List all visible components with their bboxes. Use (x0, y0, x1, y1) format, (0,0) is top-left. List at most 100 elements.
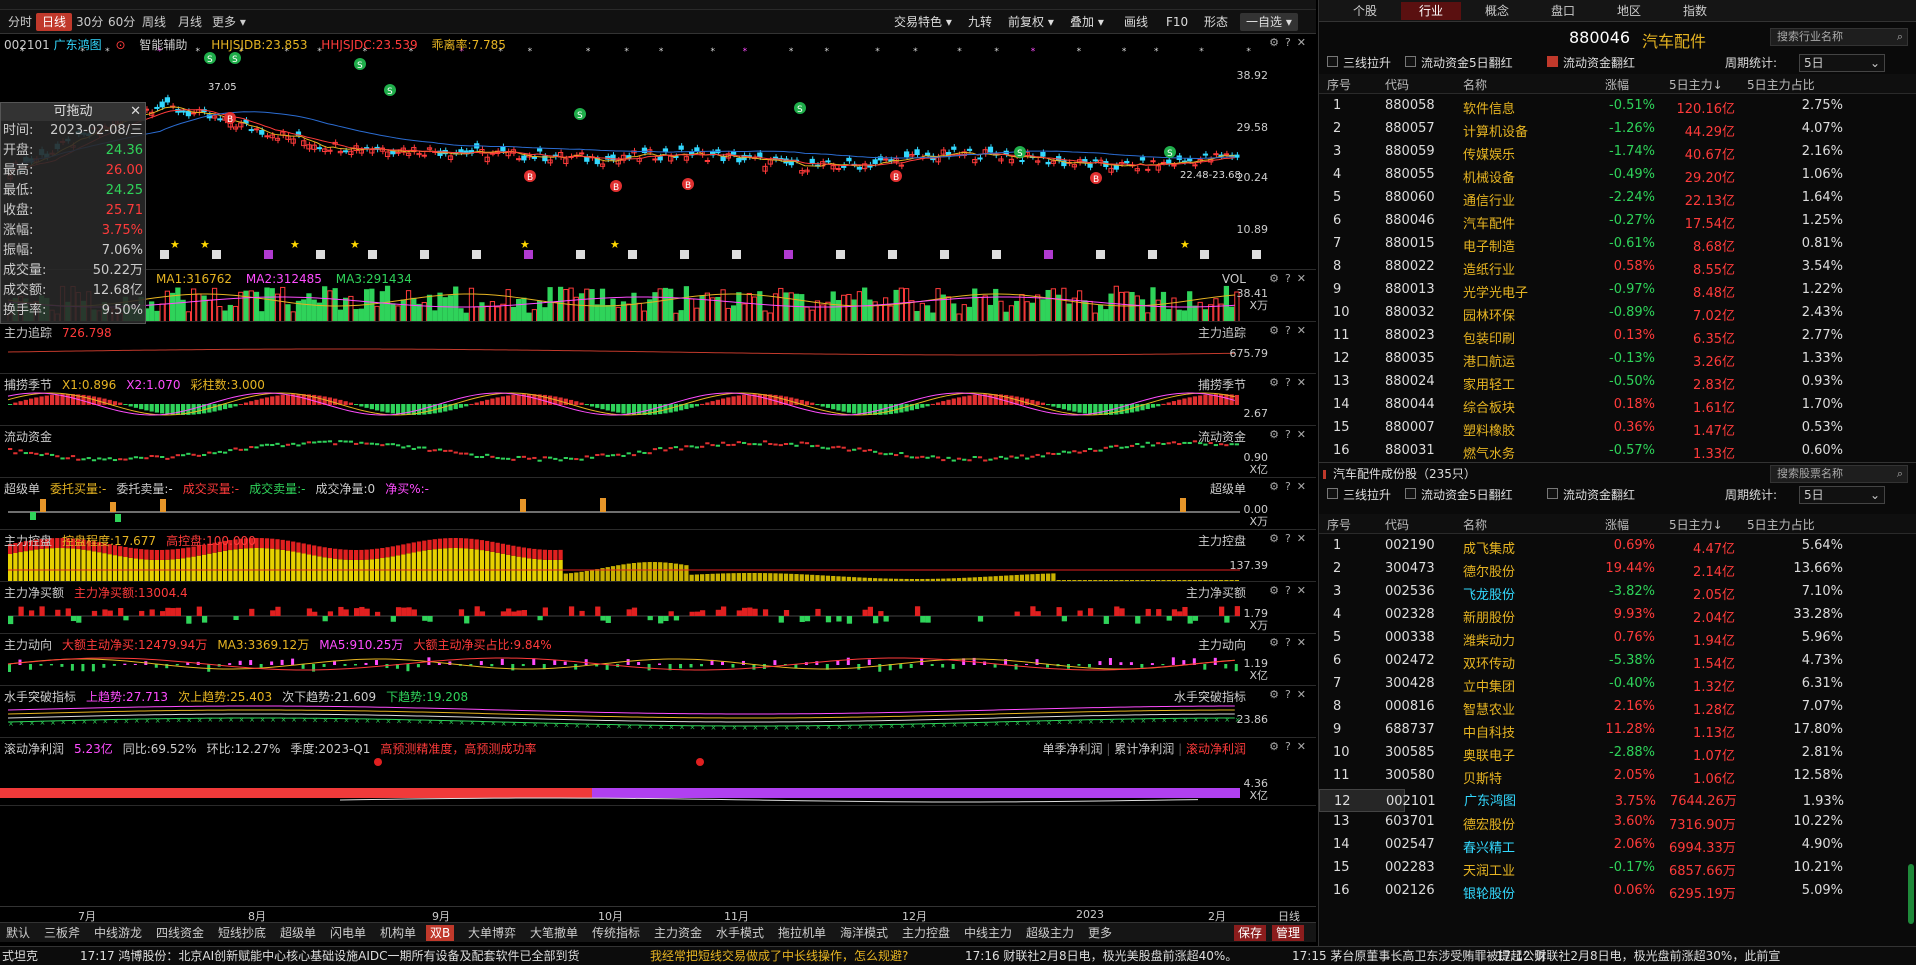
option-quarterly[interactable]: 单季净利润 (1043, 742, 1103, 756)
table-row[interactable]: 12 002101 广东鸿图 3.75% 7644.26万 1.93% (1319, 789, 1844, 812)
period-select[interactable]: 5日 ⌄ (1799, 54, 1885, 72)
indicator-tab[interactable]: 机构单 (376, 925, 420, 941)
tab-weekly[interactable]: 周线 (136, 13, 172, 31)
col-header[interactable]: 代码 (1385, 516, 1409, 533)
tab-daily[interactable]: 日线 (36, 13, 73, 31)
assist-toggle[interactable]: ⊙ 智能辅助 (115, 38, 197, 52)
col-header[interactable]: 涨幅 (1605, 76, 1629, 93)
close-icon[interactable]: ✕ (1297, 428, 1312, 441)
table-row[interactable]: 16 002126 银轮股份 0.06% 6295.19万 5.09% (1319, 879, 1916, 902)
tooltip-header[interactable]: 可拖动 ✕ (1, 103, 145, 121)
tab-monthly[interactable]: 月线 (172, 13, 208, 31)
table-row[interactable]: 6 880046 汽车配件 -0.27% 17.54亿 1.25% (1319, 209, 1916, 232)
close-icon[interactable]: ✕ (1297, 740, 1312, 753)
indicator-tab[interactable]: 管理 (1272, 925, 1305, 941)
indicator-tab[interactable]: 更多 (1084, 925, 1116, 941)
table-row[interactable]: 13 603701 德宏股份 3.60% 7316.90万 10.22% (1319, 810, 1916, 833)
gear-icon[interactable]: ⚙ (1269, 584, 1285, 597)
fq-button[interactable]: 前复权 ▾ (1002, 13, 1060, 31)
help-icon[interactable]: ? (1285, 532, 1297, 545)
period-select[interactable]: 5日 ⌄ (1799, 486, 1885, 504)
col-header[interactable]: 名称 (1463, 76, 1487, 93)
indicator-tab[interactable]: 超级单 (276, 925, 320, 941)
table-row[interactable]: 11 300580 贝斯特 2.05% 1.06亿 12.58% (1319, 764, 1916, 787)
table-row[interactable]: 12 880035 港口航运 -0.13% 3.26亿 1.33% (1319, 347, 1916, 370)
close-icon[interactable]: ✕ (1297, 636, 1312, 649)
indicator-tab[interactable]: 大单博弈 (464, 925, 520, 941)
col-header[interactable]: 名称 (1463, 516, 1487, 533)
data-tooltip-box[interactable]: 可拖动 ✕ 时间: 2023-02-08/三 开盘: 24.36 最高: 26.00 最低: 2… (0, 102, 146, 324)
checkbox-sanxian[interactable] (1327, 488, 1338, 499)
indicator-tab[interactable]: 短线抄底 (214, 925, 270, 941)
help-icon[interactable]: ? (1285, 740, 1297, 753)
col-header[interactable]: 5日主力↓ (1669, 516, 1723, 533)
help-icon[interactable]: ? (1285, 636, 1297, 649)
gdjlr-panel[interactable]: 滚动净利润 5.23亿 同比:69.52% 环比:12.27% 季度:2023-Q1 高预… (0, 738, 1316, 806)
table-row[interactable]: 6 002472 双环传动 -5.38% 1.54亿 4.73% (1319, 649, 1916, 672)
indicator-tab[interactable]: 中线游龙 (90, 925, 146, 941)
indicator-tab[interactable]: 保存 (1234, 925, 1267, 941)
gear-icon[interactable]: ⚙ (1269, 740, 1285, 753)
f10-button[interactable]: F10 (1160, 13, 1194, 31)
indicator-tab[interactable]: 三板斧 (40, 925, 84, 941)
indicator-tab[interactable]: 四线资金 (152, 925, 208, 941)
table-row[interactable]: 14 880044 综合板块 0.18% 1.61亿 1.70% (1319, 393, 1916, 416)
indicator-tab[interactable]: 中线主力 (960, 925, 1016, 941)
zlkp-panel[interactable]: 主力控盘 控盘程度:17.677 高控盘:100.000 主力控盘 ⚙?✕ 137.… (0, 530, 1316, 582)
checkbox-ldzj[interactable] (1547, 488, 1558, 499)
kline-panel[interactable]: * * * * * * * * * * * * * * * * * * * * * * * * * * * * * * S S S S S S S S B B… (0, 34, 1316, 270)
watchlist-button[interactable]: 一自选 ▾ (1240, 13, 1298, 31)
indicator-tab[interactable]: 大笔撤单 (526, 925, 582, 941)
indicator-tab[interactable]: 超级主力 (1022, 925, 1078, 941)
table-row[interactable]: 10 300585 奥联电子 -2.88% 1.07亿 2.81% (1319, 741, 1916, 764)
help-icon[interactable]: ? (1285, 688, 1297, 701)
help-icon[interactable]: ? (1285, 428, 1297, 441)
checkbox-ldzj5[interactable] (1405, 56, 1416, 67)
indicator-tab[interactable]: 水手模式 (712, 925, 768, 941)
help-icon[interactable]: ? (1285, 480, 1297, 493)
table-row[interactable]: 16 880031 燃气水务 -0.57% 1.33亿 0.60% (1319, 439, 1916, 462)
checkbox-sanxian[interactable] (1327, 56, 1338, 67)
col-header[interactable]: 5日主力↓ (1669, 76, 1723, 93)
table-row[interactable]: 13 880024 家用轻工 -0.50% 2.83亿 0.93% (1319, 370, 1916, 393)
jiuzhuan-button[interactable]: 九转 (962, 13, 998, 31)
table-row[interactable]: 9 880013 光学光电子 -0.97% 8.48亿 1.22% (1319, 278, 1916, 301)
close-icon[interactable]: ✕ (1297, 688, 1312, 701)
close-icon[interactable]: ✕ (1297, 376, 1312, 389)
draw-line-button[interactable]: 画线 (1118, 13, 1154, 31)
ticker-item[interactable]: 17:17 鸿博股份：北京AI创新赋能中心核心基础设施AIDC一期所有设备及配套… (80, 947, 580, 965)
gear-icon[interactable]: ⚙ (1269, 480, 1285, 493)
indicator-tab[interactable]: 传统指标 (588, 925, 644, 941)
table-row[interactable]: 7 880015 电子制造 -0.61% 8.68亿 0.81% (1319, 232, 1916, 255)
table-row[interactable]: 7 300428 立中集团 -0.40% 1.32亿 6.31% (1319, 672, 1916, 695)
tab-more[interactable]: 更多 ▾ (206, 13, 252, 31)
close-icon[interactable]: ✕ (130, 103, 141, 121)
option-cumulative[interactable]: 累计净利润 (1114, 742, 1174, 756)
table-row[interactable]: 1 880058 软件信息 -0.51% 120.16亿 2.75% (1319, 94, 1916, 117)
ticker-item[interactable]: 式坦克 (2, 947, 38, 965)
gear-icon[interactable]: ⚙ (1269, 272, 1285, 285)
pattern-button[interactable]: 形态 (1198, 13, 1234, 31)
ldzj-panel[interactable]: 流动资金 流动资金 ⚙?✕ 0.90 X亿 (0, 426, 1316, 478)
sector-tab[interactable]: 行业 (1401, 2, 1461, 20)
close-icon[interactable]: ✕ (1297, 272, 1312, 285)
table-row[interactable]: 4 002328 新朋股份 9.93% 2.04亿 33.28% (1319, 603, 1916, 626)
close-icon[interactable]: ✕ (1297, 36, 1312, 49)
table-row[interactable]: 5 880060 通信行业 -2.24% 22.13亿 1.64% (1319, 186, 1916, 209)
indicator-tab[interactable]: 默认 (2, 925, 34, 941)
col-header[interactable]: 代码 (1385, 76, 1409, 93)
table-row[interactable]: 10 880032 园林环保 -0.89% 7.02亿 2.43% (1319, 301, 1916, 324)
checkbox-ldzj[interactable] (1547, 56, 1558, 67)
col-header[interactable]: 涨幅 (1605, 516, 1629, 533)
col-header[interactable]: 序号 (1327, 76, 1351, 93)
stock-search-input[interactable]: 搜索股票名称 ⌕ (1770, 465, 1908, 483)
table-row[interactable]: 2 300473 德尔股份 19.44% 2.14亿 13.66% (1319, 557, 1916, 580)
gear-icon[interactable]: ⚙ (1269, 376, 1285, 389)
indicator-tab[interactable]: 主力资金 (650, 925, 706, 941)
table-row[interactable]: 3 002536 飞龙股份 -3.82% 2.05亿 7.10% (1319, 580, 1916, 603)
sector-tab[interactable]: 概念 (1467, 2, 1527, 20)
indicator-tab[interactable]: 闪电单 (326, 925, 370, 941)
stock-name[interactable]: 广东鸿图 (54, 38, 102, 52)
table-row[interactable]: 11 880023 包装印刷 0.13% 6.35亿 2.77% (1319, 324, 1916, 347)
checkbox-ldzj5[interactable] (1405, 488, 1416, 499)
